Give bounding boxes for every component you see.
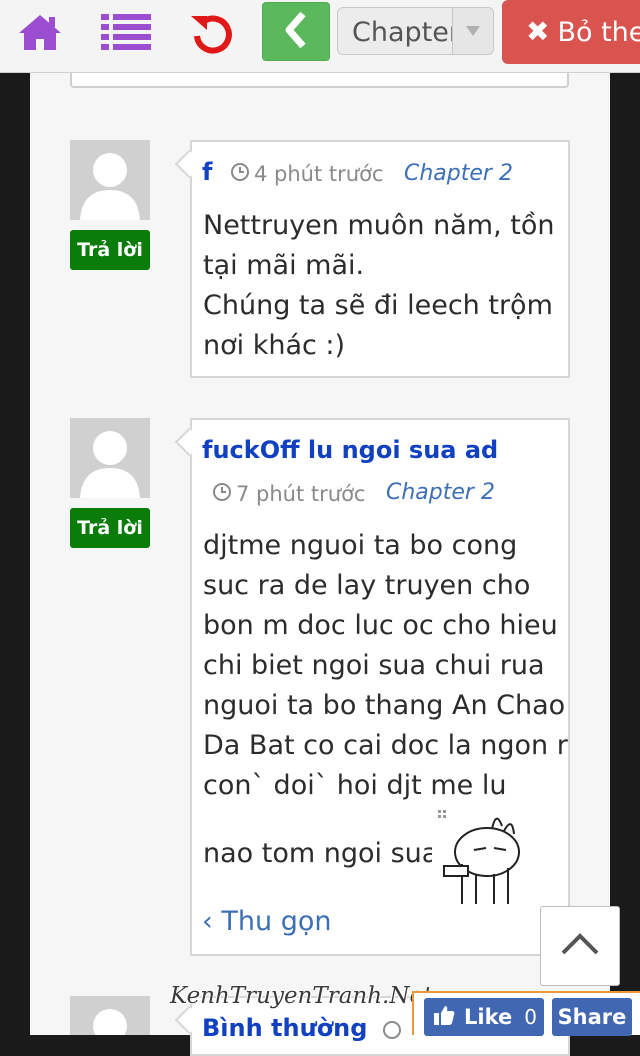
comment-line: Chúng ta sẽ đi leech trộm [203,290,553,321]
comment-list: Trả lời f 4 phút trước Chapter 2 Nettruy… [30,0,610,1056]
bubble-arrow [174,1005,204,1035]
home-icon[interactable] [17,12,63,56]
comment-meta [382,1020,402,1044]
thumbs-up-icon [432,1003,456,1031]
sticker-image [432,804,532,904]
comment-username[interactable]: Bình thường [202,1014,367,1042]
comment-chapter-link[interactable]: Chapter 2 [404,161,513,186]
collapse-link[interactable]: ‹ Thu gọn [202,906,331,937]
comment-line: djtme nguoi ta bo cong [203,530,518,561]
comment-line: Nettruyen muôn năm, tồn [203,210,555,241]
reply-button[interactable]: Trả lời [70,508,150,548]
like-label: Like [464,1005,513,1029]
reply-button[interactable]: Trả lời [70,230,150,270]
comment-meta: 4 phút trước [230,162,383,186]
avatar [70,418,150,498]
comment-line: chi biet ngoi sua chui rua [203,650,545,681]
facebook-share-button[interactable]: Share [552,998,632,1036]
comment-bubble: f 4 phút trước Chapter 2 Nettruyen muôn … [174,140,570,378]
chevron-left-icon [281,10,311,54]
comment-bubble: fuckOff lu ngoi sua ad 7 phút trước Chap… [174,418,570,956]
comment-last-line: nao tom ngoi sua [203,838,439,869]
chevron-up-icon [560,932,600,960]
clock-icon [212,482,232,506]
avatar [70,996,150,1035]
scroll-top-button[interactable] [540,906,620,986]
chapter-select[interactable]: Chapter [337,7,494,55]
bubble-arrow [174,427,204,457]
like-count: 0 [524,1005,537,1029]
comment-username[interactable]: fuckOff lu ngoi sua ad [202,436,498,464]
facebook-like-button[interactable]: Like 0 [424,998,544,1036]
comment-line: bon m doc luc oc cho hieu [203,610,558,641]
comment-username[interactable]: f [202,158,212,186]
watermark: KenhTruyenTranh.Net [170,983,433,1009]
back-chapter-button[interactable] [262,2,330,61]
comment-line: nơi khác :) [203,330,346,361]
close-label: Bỏ the [557,16,640,48]
comment-line: tại mãi mãi. [203,250,365,281]
comment-time: 4 phút trước [254,162,384,186]
collapse-label: Thu gọn [221,906,332,937]
clock-icon [230,162,250,186]
comment-line: Da Bat co cai doc la ngon r [203,730,568,761]
comment-text: djtme nguoi ta bo cong suc ra de lay tru… [203,526,568,806]
close-icon: ✖ [526,15,550,48]
bubble-arrow [174,149,204,179]
close-button[interactable]: ✖ Bỏ the [502,0,640,64]
reload-icon[interactable] [189,12,237,60]
comment-line: nguoi ta bo thang An Chao [203,690,566,721]
chapter-select-value: Chapter [352,17,452,48]
chevron-down-icon [452,8,493,54]
comment-meta: 7 phút trước [212,482,365,506]
avatar [70,140,150,220]
top-toolbar: Chapter ✖ Bỏ the [0,0,640,73]
clock-icon [382,1020,402,1044]
comment-line: suc ra de lay truyen cho [203,570,531,601]
comment-text: Nettruyen muôn năm, tồn tại mãi mãi. Chú… [203,206,554,366]
comment-chapter-link[interactable]: Chapter 2 [386,480,495,505]
comment-line: con` doi` hoi djt me lu [203,770,507,801]
comment-time: 7 phút trước [236,482,366,506]
list-icon[interactable] [101,12,153,56]
chevron-left-icon: ‹ [202,906,213,937]
